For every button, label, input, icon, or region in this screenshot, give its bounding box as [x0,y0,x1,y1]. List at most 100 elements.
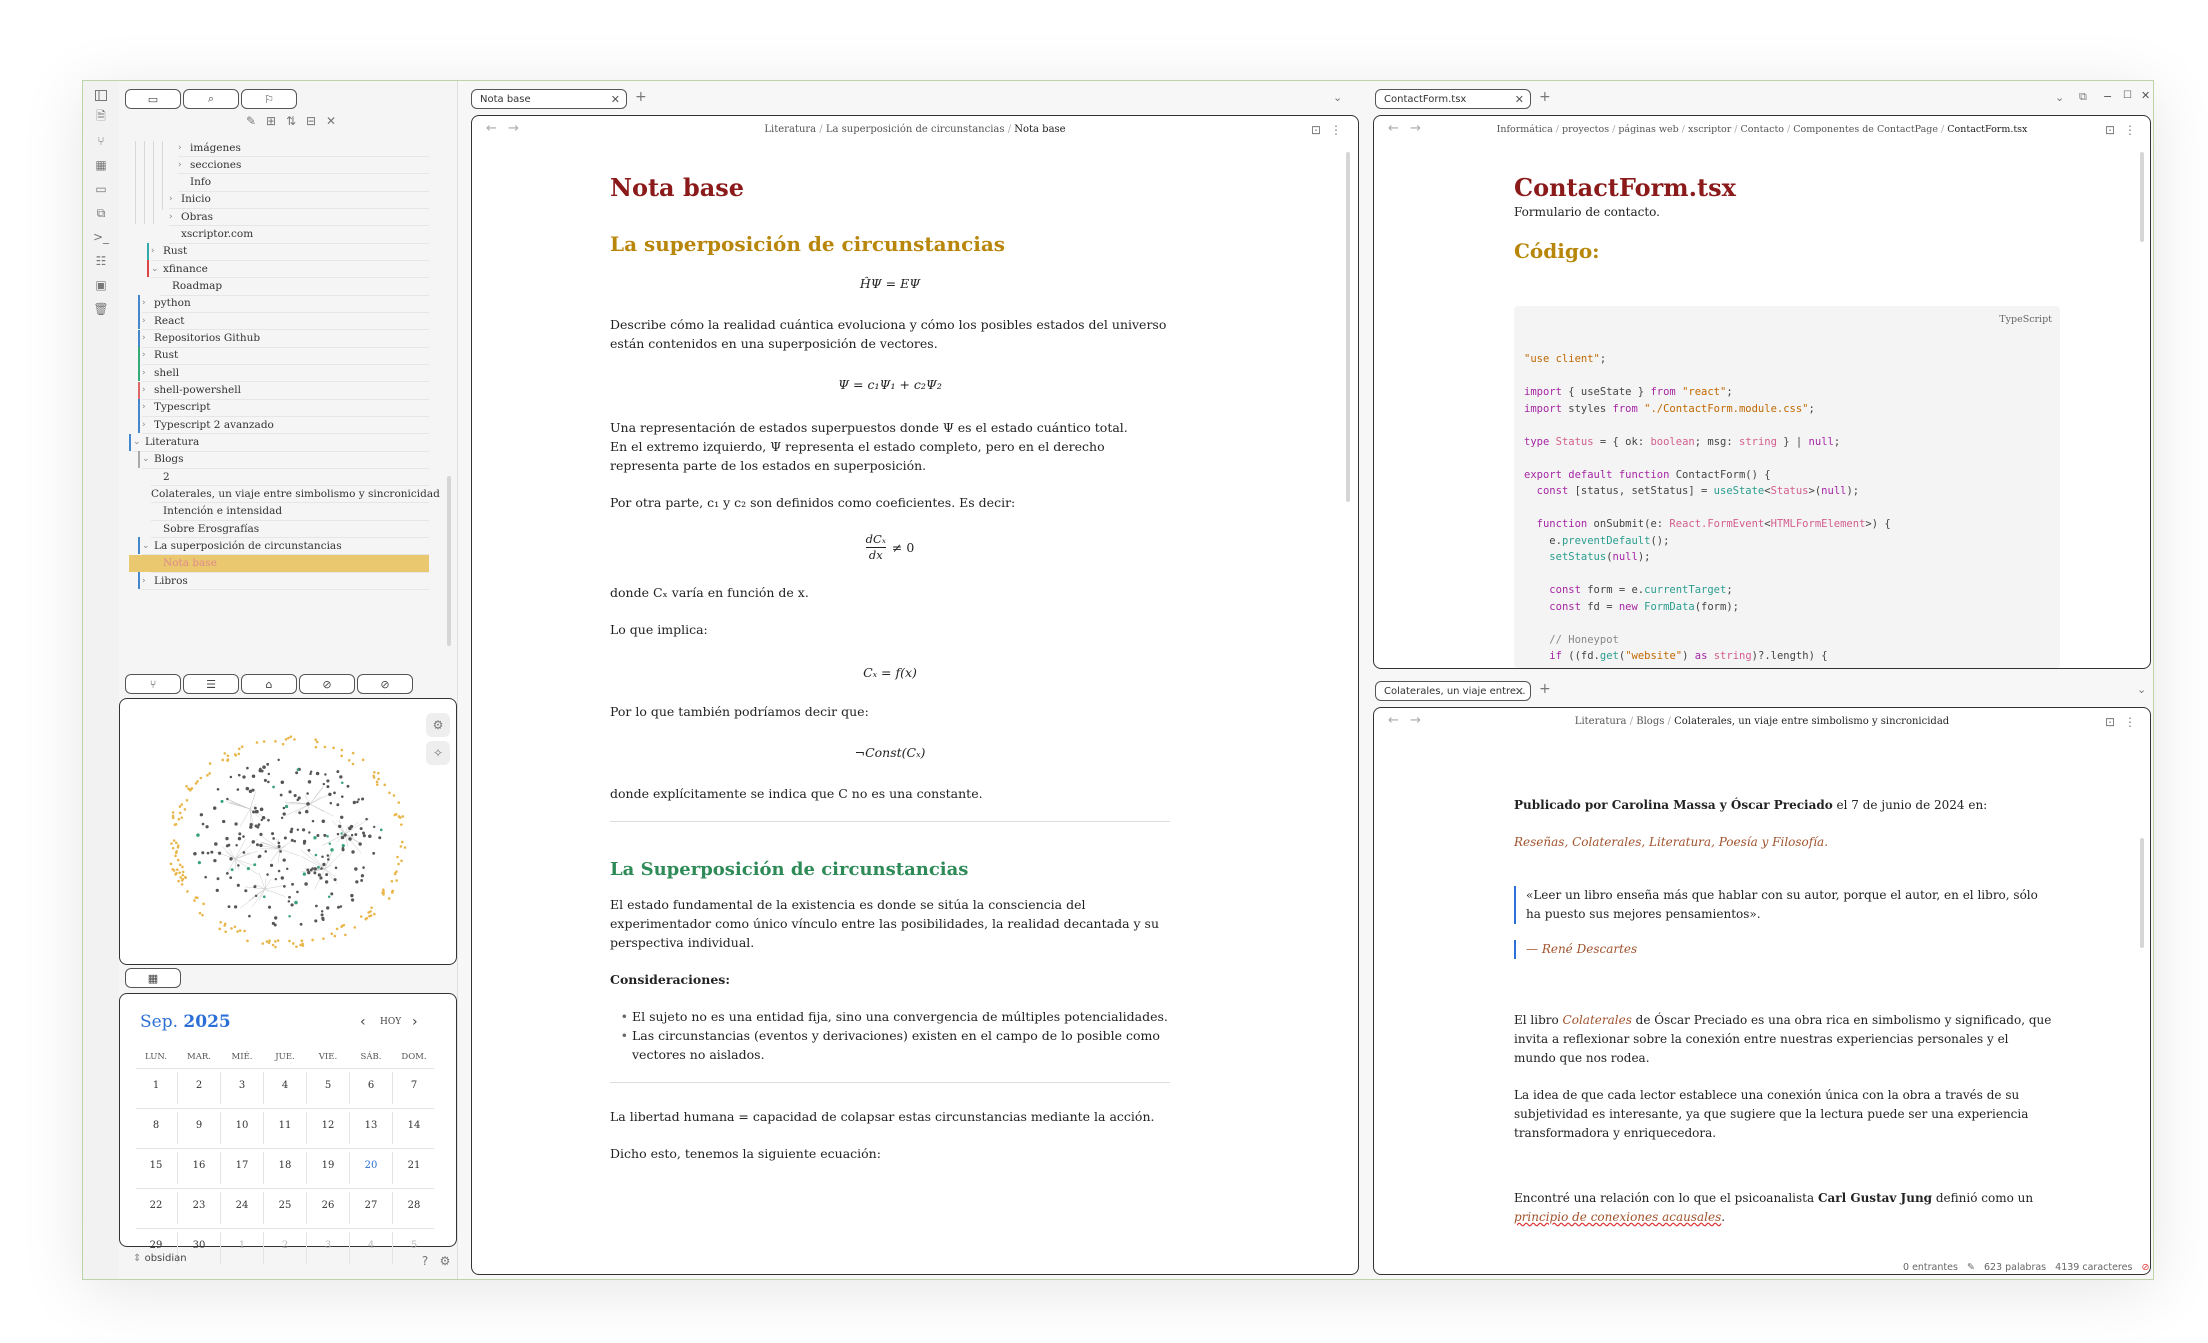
chevron-right-icon[interactable]: › [142,576,154,586]
graph-node[interactable] [282,812,286,816]
graph-node[interactable] [392,794,396,797]
graph-node[interactable] [302,839,307,844]
graph-node[interactable] [262,895,266,899]
tree-item[interactable]: › python [142,295,429,312]
calendar-day[interactable]: 17 [222,1160,262,1171]
graph-node[interactable] [321,855,324,858]
graph-node[interactable] [317,865,320,869]
terminal-icon[interactable]: >_ [93,229,109,245]
graph-node[interactable] [238,832,242,836]
graph-node[interactable] [283,836,287,840]
chevron-right-icon[interactable]: › [178,160,190,170]
graph-node[interactable] [352,800,357,805]
tree-item[interactable]: › shell [142,364,429,381]
image-icon[interactable]: ▣ [93,277,109,293]
calendar-day[interactable]: 18 [265,1160,305,1171]
graph-node[interactable] [373,825,376,829]
graph-node[interactable] [246,867,250,871]
graph-node[interactable] [263,778,267,782]
calendar-day[interactable]: 27 [351,1200,391,1211]
tree-item[interactable]: › imágenes [178,141,429,156]
new-tab-icon[interactable]: + [1539,681,1551,697]
breadcrumb-current[interactable]: Nota base [1014,124,1065,135]
graph-node[interactable] [401,840,404,844]
tree-item[interactable]: › shell-powershell [142,382,429,399]
graph-node[interactable] [315,740,319,744]
graph-node[interactable] [262,740,266,743]
graph-node[interactable] [328,842,332,845]
reading-view-icon[interactable]: ⊡ [2102,122,2118,138]
graph-node[interactable] [304,809,309,814]
graph-node[interactable] [314,745,318,749]
graph-node[interactable] [354,833,358,836]
graph-node[interactable] [360,879,364,882]
graph-node[interactable] [199,776,203,780]
chevron-right-icon[interactable]: › [178,143,190,153]
graph-node[interactable] [279,850,282,853]
graph-node[interactable] [296,768,300,771]
graph-node[interactable] [327,858,330,861]
graph-node[interactable] [367,911,370,914]
graph-node[interactable] [313,871,317,875]
graph-node[interactable] [290,903,294,907]
calendar-day[interactable]: 9 [179,1120,219,1131]
graph-node[interactable] [354,867,358,871]
graph-node[interactable] [227,905,231,909]
graph-node[interactable] [226,754,230,758]
graph-node[interactable] [187,787,190,791]
graph-node[interactable] [396,855,399,859]
breadcrumb-item[interactable]: Componentes de ContactPage [1793,124,1938,135]
calendar-day[interactable]: 21 [394,1160,434,1171]
graph-node[interactable] [388,791,391,795]
tree-item[interactable]: ⌄ La superposición de circunstancias [142,537,429,554]
right-bottom-editor-panel[interactable]: ← → Literatura / Blogs / Colaterales, un… [1373,707,2151,1275]
graph-node[interactable] [222,819,226,824]
close-icon[interactable]: ✕ [1515,685,1524,698]
graph-node[interactable] [313,867,317,871]
graph-node[interactable] [277,841,281,845]
graph-node[interactable] [350,833,354,837]
graph-node[interactable] [288,914,291,918]
calendar-day[interactable]: 15 [136,1160,176,1171]
graph-node[interactable] [171,868,174,871]
graph-node[interactable] [378,836,382,840]
graph-node[interactable] [403,846,407,849]
graph-node[interactable] [226,758,230,761]
calendar-day[interactable]: 14 [394,1120,434,1131]
templates-icon[interactable]: ⧉ [93,205,109,221]
tree-item[interactable]: › Typescript 2 avanzado [142,416,429,433]
breadcrumb-item[interactable]: xscriptor [1688,124,1731,135]
trash-icon[interactable]: 🗑 [93,301,109,317]
breadcrumb-item[interactable]: Blogs [1636,716,1664,727]
graph-node[interactable] [179,876,182,879]
chevron-right-icon[interactable]: › [142,368,154,378]
graph-node[interactable] [273,940,277,943]
graph-node[interactable] [181,870,185,874]
graph-node[interactable] [296,798,300,802]
graph-node[interactable] [326,854,330,857]
graph-node[interactable] [340,815,344,819]
new-tab-icon[interactable]: + [635,89,647,105]
graph-node[interactable] [234,822,238,826]
code-block[interactable]: TypeScript "use client"; import { useSta… [1514,306,2060,668]
graph-node[interactable] [315,904,318,908]
graph-node[interactable] [368,914,371,918]
graph-node[interactable] [311,867,314,870]
editor-scrollbar[interactable] [2140,838,2144,948]
graph-node[interactable] [287,736,290,740]
graph-node[interactable] [315,771,320,776]
graph-node[interactable] [242,851,246,854]
graph-node[interactable] [314,738,317,741]
graph-node[interactable] [252,810,256,814]
graph-node[interactable] [194,896,198,899]
calendar-day[interactable]: 24 [222,1200,262,1211]
graph-node[interactable] [174,851,178,855]
tree-item[interactable]: ⌄ Blogs [142,451,429,468]
graph-node[interactable] [340,795,344,798]
new-tab-icon[interactable]: + [1539,89,1551,105]
chevron-right-icon[interactable]: › [142,333,154,343]
graph-node[interactable] [372,851,376,855]
graph-node[interactable] [253,863,257,867]
graph-node[interactable] [295,945,298,948]
calendar-day[interactable]: 25 [265,1200,305,1211]
